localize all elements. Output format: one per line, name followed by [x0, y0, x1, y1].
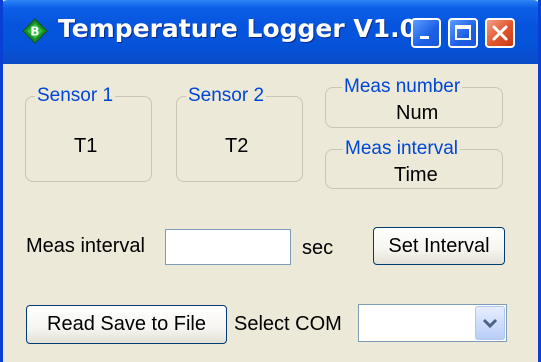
meas-number-group: Meas number Num [325, 77, 503, 128]
sensor1-value: T1 [74, 135, 98, 157]
svg-text:B: B [30, 25, 39, 39]
b-diamond-icon[interactable]: B [22, 18, 48, 44]
close-icon [492, 25, 508, 41]
meas-interval-value: Time [394, 164, 438, 186]
app-window: B Temperature Logger V1.00 Sensor 1 T1 S… [0, 0, 541, 362]
interval-unit-label: sec [302, 237, 334, 259]
select-com-label: Select COM [234, 313, 342, 335]
read-save-button[interactable]: Read Save to File [26, 305, 227, 344]
minimize-button[interactable] [411, 18, 441, 48]
set-interval-button[interactable]: Set Interval [373, 227, 505, 265]
title-bar[interactable]: B Temperature Logger V1.00 [3, 0, 538, 64]
meas-number-caption: Meas number [342, 76, 463, 97]
close-button[interactable] [485, 18, 515, 48]
interval-input-box[interactable] [165, 229, 291, 265]
meas-interval-group: Meas interval Time [325, 139, 503, 189]
meas-interval-label: Meas interval [26, 235, 145, 257]
sensor1-caption: Sensor 1 [35, 85, 116, 106]
dropdown-arrow-button[interactable] [475, 306, 505, 340]
interval-input[interactable] [166, 230, 290, 264]
sensor1-group: Sensor 1 T1 [25, 86, 152, 182]
sensor2-group: Sensor 2 T2 [176, 86, 303, 182]
minimize-icon [420, 36, 429, 39]
sensor2-caption: Sensor 2 [186, 85, 267, 106]
meas-interval-caption: Meas interval [343, 138, 460, 159]
meas-number-value: Num [396, 102, 439, 124]
sensor2-value: T2 [225, 135, 249, 157]
maximize-button[interactable] [448, 18, 478, 48]
chevron-down-icon [482, 318, 498, 329]
com-port-select[interactable] [358, 304, 507, 342]
window-title: Temperature Logger V1.00 [58, 14, 435, 43]
maximize-icon [455, 25, 471, 40]
